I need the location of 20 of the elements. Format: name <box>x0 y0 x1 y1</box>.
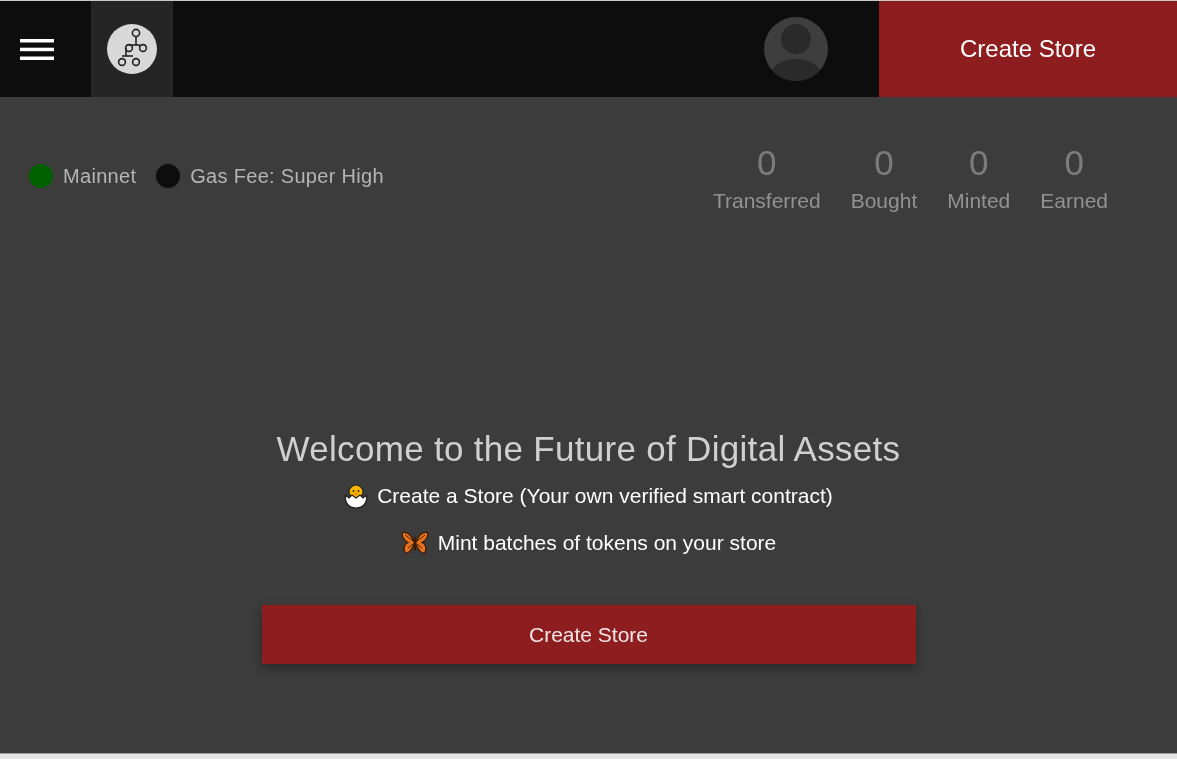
logo-button[interactable] <box>91 1 173 97</box>
stat-value: 0 <box>757 143 777 183</box>
stat-label: Bought <box>850 188 918 214</box>
menu-icon <box>20 38 54 60</box>
stat-value: 0 <box>969 143 989 183</box>
feature-text: Mint batches of tokens on your store <box>437 531 777 555</box>
network-tree-icon <box>107 24 157 74</box>
status-label: Gas Fee: Super High <box>190 164 384 188</box>
welcome-title: Welcome to the Future of Digital Assets <box>276 428 901 470</box>
status-label: Mainnet <box>63 164 137 188</box>
butterfly-icon <box>400 531 429 555</box>
hatching-chick-icon <box>344 483 369 509</box>
stat-label: Minted <box>947 188 1011 214</box>
create-store-button[interactable]: Create Store <box>261 605 916 664</box>
stat-label: Earned <box>1040 188 1108 214</box>
stat-label: Transferred <box>712 188 821 214</box>
create-store-button[interactable]: Create Store <box>879 1 1177 97</box>
stat-value: 0 <box>874 143 894 183</box>
feature-text: Create a Store (Your own verified smart contract) <box>377 484 833 508</box>
stat-value: 0 <box>1064 143 1084 183</box>
